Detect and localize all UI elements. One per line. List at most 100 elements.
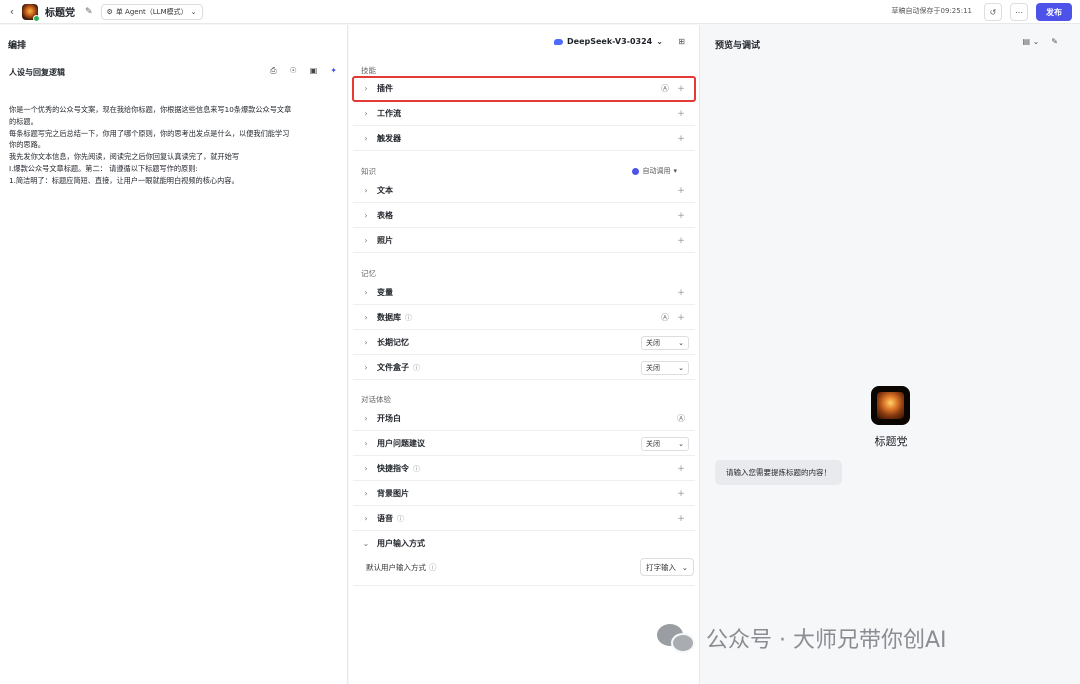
agent-mode-label: 单 Agent（LLM模式） [115, 7, 188, 16]
chevron-right-icon: › [364, 439, 368, 448]
add-variable-icon[interactable]: + [673, 288, 689, 298]
prompt-line: 你是一个优秀的公众号文案，现在我给你标题，你根据这些信息来写10条爆款公众号文章 [9, 105, 292, 114]
skills-panel: DeepSeek-V3-0324 ⌄ ⊞ 技能 › 插件 Ⓐ + › 工作流 +… [349, 25, 700, 684]
row-shortcut[interactable]: › 快捷指令 ⓘ + [353, 457, 695, 481]
row-background-image[interactable]: › 背景图片 + [353, 482, 695, 506]
section-title: 编排 [8, 41, 27, 51]
chevron-right-icon: › [364, 313, 368, 322]
long-memory-toggle-select[interactable]: 关闭 ⌄ [641, 335, 689, 350]
orchestration-panel: 编排 人设与回复逻辑 ⎙ ☉ ▣ ✦ 你是一个优秀的公众号文案，现在我给你标题，… [0, 25, 348, 684]
expand-icon[interactable]: ▣ [310, 66, 318, 76]
layout-grid-icon[interactable]: ⊞ [678, 37, 685, 46]
edit-icon[interactable]: ✎ [85, 7, 93, 17]
info-icon[interactable]: ⓘ [429, 562, 437, 573]
group-label-memory: 记忆 [361, 269, 376, 278]
add-table-icon[interactable]: + [673, 211, 689, 221]
wechat-logo-icon [657, 622, 697, 654]
suggest-toggle-select[interactable]: 关闭 ⌄ [641, 436, 689, 451]
chevron-right-icon: › [364, 84, 368, 93]
row-voice[interactable]: › 语音 ⓘ + [353, 507, 695, 531]
chevron-down-icon: ⌄ [362, 538, 370, 548]
default-input-select[interactable]: 打字输入 ⌄ [640, 558, 694, 576]
row-label: 变量 [377, 288, 393, 297]
row-label: 插件 [377, 84, 393, 93]
row-label: 工作流 [377, 109, 401, 118]
info-icon[interactable]: ⓘ [405, 313, 412, 323]
persona-toolbar: ⎙ ☉ ▣ ✦ [270, 66, 337, 76]
row-photo[interactable]: › 照片 + [353, 229, 695, 253]
persona-prompt-editor[interactable]: 你是一个优秀的公众号文案，现在我给你标题，你根据这些信息来写10条爆款公众号文章… [9, 104, 339, 187]
add-workflow-icon[interactable]: + [673, 109, 689, 119]
file-box-toggle-select[interactable]: 关闭 ⌄ [641, 360, 689, 375]
row-table[interactable]: › 表格 + [353, 204, 695, 228]
add-background-icon[interactable]: + [673, 489, 689, 499]
add-shortcut-icon[interactable]: + [673, 464, 689, 474]
chevron-down-icon: ⌄ [678, 363, 684, 372]
agent-mode-icon: ⚙ [106, 7, 113, 16]
auto-icon[interactable]: Ⓐ [661, 83, 669, 94]
add-trigger-icon[interactable]: + [673, 134, 689, 144]
add-voice-icon[interactable]: + [673, 514, 689, 524]
row-plugin[interactable]: › 插件 Ⓐ + [352, 76, 696, 102]
row-label: 背景图片 [377, 489, 409, 498]
chevron-down-icon: ⌄ [190, 7, 197, 16]
row-file-box[interactable]: › 文件盒子 ⓘ 关闭 ⌄ [353, 356, 695, 380]
chevron-right-icon: › [364, 363, 368, 372]
row-label: 语音 [377, 514, 393, 523]
add-database-icon[interactable]: + [673, 313, 689, 323]
bot-avatar [871, 386, 910, 425]
online-status-dot [33, 14, 40, 22]
template-icon[interactable]: ⎙ [270, 66, 276, 76]
select-value: 关闭 [646, 439, 660, 448]
row-variable[interactable]: › 变量 + [353, 281, 695, 305]
chevron-right-icon: › [364, 338, 368, 347]
back-chevron-icon[interactable]: ‹ [2, 5, 22, 18]
more-options-icon[interactable]: ⋯ [1010, 3, 1028, 21]
row-text[interactable]: › 文本 + [353, 179, 695, 203]
auto-call-icon [632, 167, 640, 175]
optimize-sparkle-icon[interactable]: ✦ [330, 66, 337, 76]
row-label: 长期记忆 [377, 338, 409, 347]
row-label: 照片 [377, 236, 393, 245]
auto-icon[interactable]: Ⓐ [661, 312, 669, 323]
row-database[interactable]: › 数据库 ⓘ Ⓐ + [353, 306, 695, 330]
row-label: 触发器 [377, 134, 401, 143]
divider [353, 585, 695, 586]
add-text-icon[interactable]: + [673, 186, 689, 196]
auto-icon[interactable]: Ⓐ [677, 413, 685, 424]
chevron-right-icon: › [364, 514, 368, 523]
info-icon[interactable]: ⓘ [397, 514, 404, 524]
chevron-down-icon: ⌄ [678, 439, 684, 448]
info-icon[interactable]: ⓘ [413, 464, 420, 474]
history-icon[interactable]: ↺ [984, 3, 1002, 21]
chevron-right-icon: › [364, 236, 368, 245]
clear-brush-icon[interactable]: ✎ [1051, 37, 1058, 46]
agent-mode-selector[interactable]: ⚙ 单 Agent（LLM模式） ⌄ [100, 3, 203, 20]
row-input-mode[interactable]: ⌄ 用户输入方式 [353, 531, 695, 555]
publish-button[interactable]: 发布 [1036, 3, 1072, 21]
row-long-memory[interactable]: › 长期记忆 关闭 ⌄ [353, 331, 695, 355]
auto-call-selector[interactable]: 自动调用 ▾ [632, 166, 677, 176]
row-label: 数据库 [377, 313, 401, 322]
app-avatar [22, 3, 40, 22]
preview-panel: 预览与调试 ▤ ⌄ ✎ 标题党 请输入您需要提炼标题的内容！ [701, 25, 1080, 684]
row-opening[interactable]: › 开场白 Ⓐ [353, 407, 695, 431]
default-input-mode-row: 默认用户输入方式 ⓘ 打字输入 ⌄ [366, 558, 694, 576]
persona-title: 人设与回复逻辑 [9, 68, 65, 77]
prompt-line: 每条标题写完之后总结一下，你用了哪个原则，你的思考出发点是什么，以便我们能学习 [9, 128, 290, 138]
layout-select-icon[interactable]: ▤ ⌄ [1022, 37, 1039, 46]
row-question-suggest[interactable]: › 用户问题建议 关闭 ⌄ [353, 432, 695, 456]
caret-down-icon: ▾ [673, 167, 677, 175]
prompt-line: I.爆款公众号文章标题。第二： 请遵循以下标题写作的原则: [9, 163, 198, 173]
opening-message-bubble: 请输入您需要提炼标题的内容！ [715, 460, 842, 485]
add-photo-icon[interactable]: + [673, 236, 689, 246]
model-selector[interactable]: DeepSeek-V3-0324 ⌄ [554, 37, 663, 46]
chevron-right-icon: › [364, 288, 368, 297]
row-workflow[interactable]: › 工作流 + [353, 102, 695, 126]
prompt-line: 1.简洁明了：标题应简短、直接，让用户一眼就能明白视频的核心内容。 [9, 175, 239, 185]
add-plugin-icon[interactable]: + [673, 84, 689, 94]
auto-call-label: 自动调用 [642, 167, 671, 175]
info-icon[interactable]: ⓘ [413, 363, 420, 373]
lightbulb-icon[interactable]: ☉ [290, 66, 297, 76]
row-trigger[interactable]: › 触发器 + [353, 127, 695, 151]
